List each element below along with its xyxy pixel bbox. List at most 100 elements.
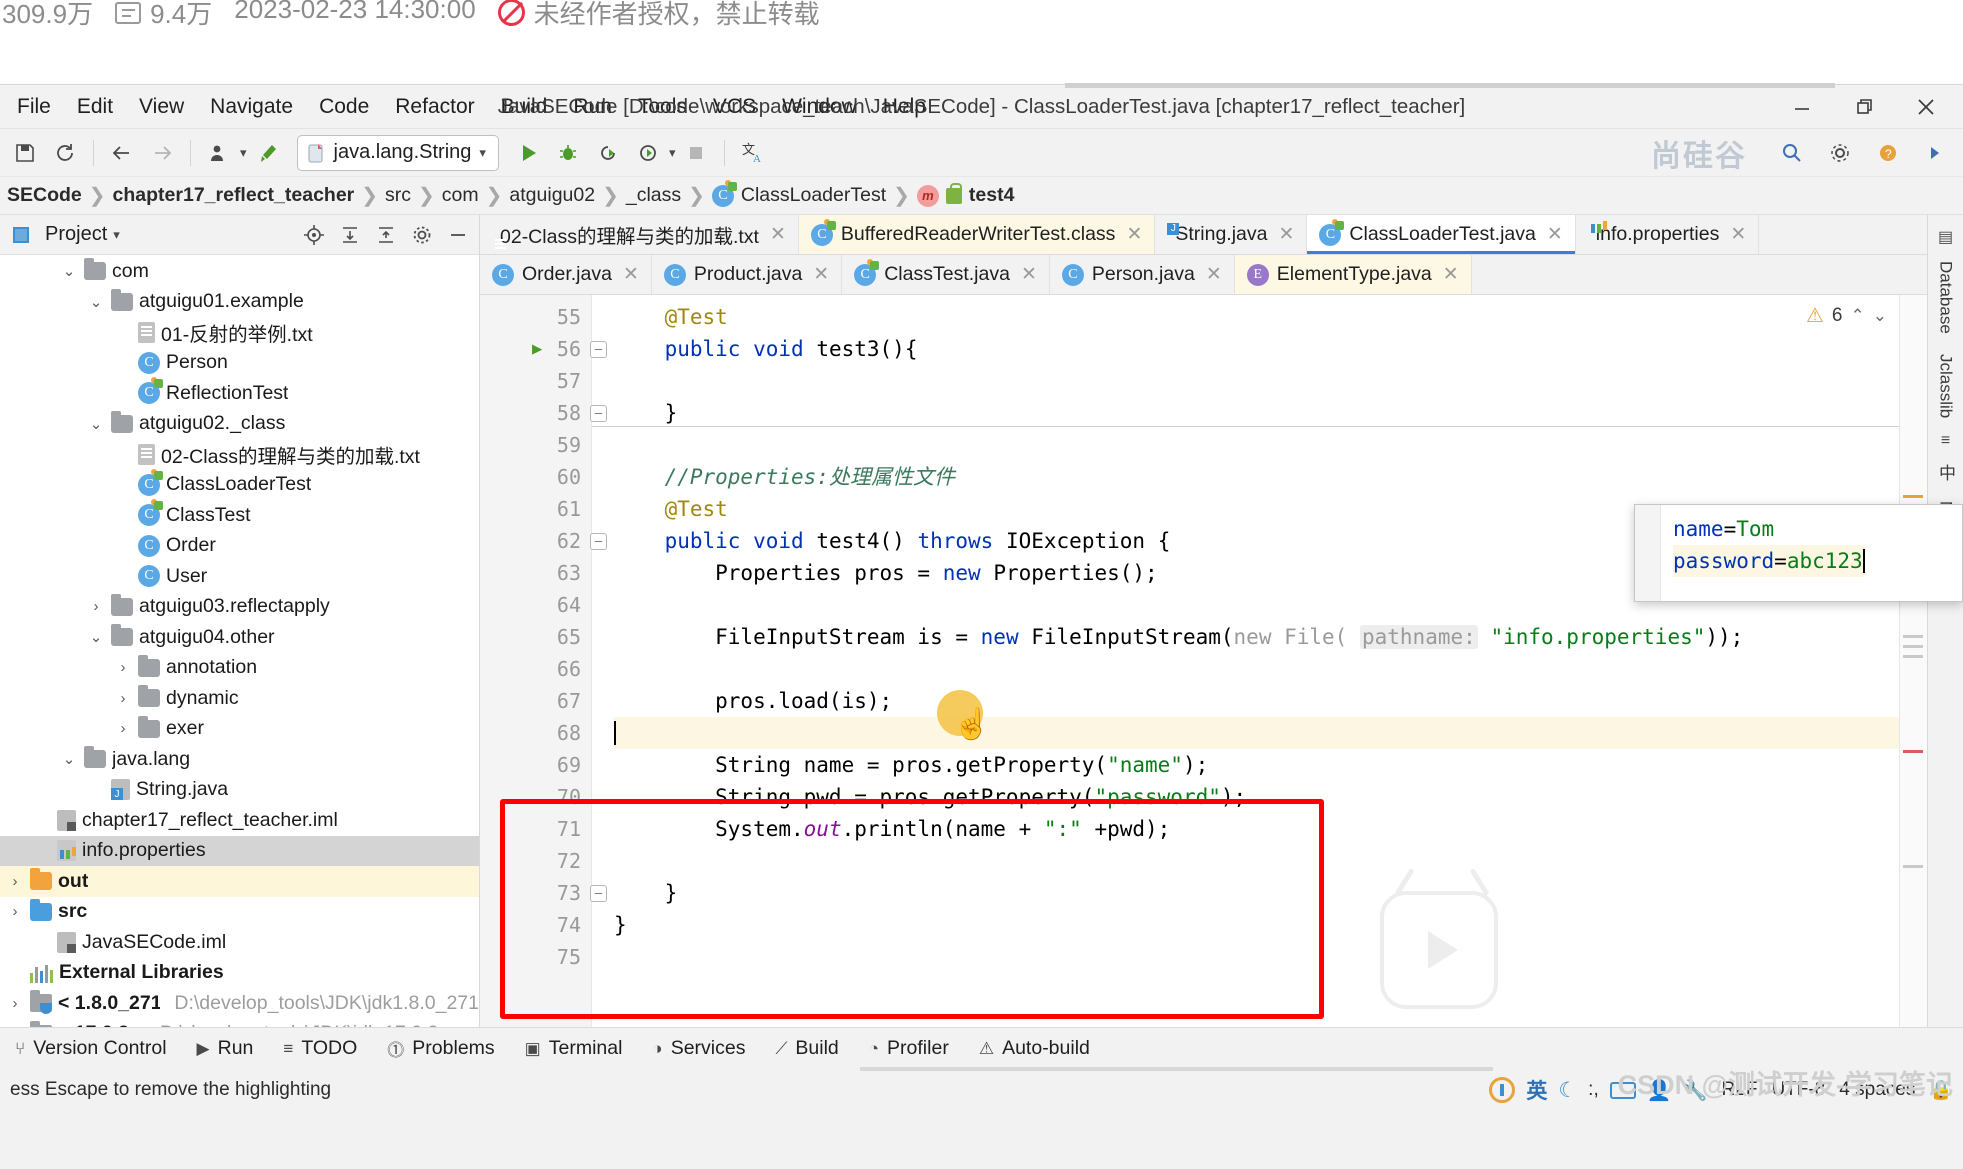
line-number-62[interactable]: 62– bbox=[480, 525, 607, 557]
tool-window-bar[interactable]: ⑂ Version Control ▶ Run ≡ TODO ⓵ Problems ▣ Termi… bbox=[0, 1027, 1963, 1069]
menu-file[interactable]: File bbox=[4, 91, 64, 123]
code-line-65[interactable]: FileInputStream is = new FileInputStream… bbox=[614, 621, 1927, 653]
menu-view[interactable]: View bbox=[126, 91, 197, 123]
tool-window-services[interactable]: ◑ Services bbox=[637, 1037, 760, 1060]
close-icon[interactable]: ✕ bbox=[1443, 263, 1459, 286]
line-number-74[interactable]: 74 bbox=[480, 909, 591, 941]
line-number-57[interactable]: 57 bbox=[480, 365, 591, 397]
breadcrumb-item-com[interactable]: com bbox=[435, 184, 486, 207]
next-problem-icon[interactable]: ⌄ bbox=[1873, 306, 1887, 326]
help-icon[interactable]: ? bbox=[1869, 134, 1907, 172]
chevron-down-icon[interactable]: ⌄ bbox=[87, 293, 105, 311]
code-line-68[interactable] bbox=[614, 717, 1927, 749]
tree-item-com[interactable]: ⌄ com bbox=[0, 256, 479, 287]
tree-item-javasecode-iml[interactable]: JavaSECode.iml bbox=[0, 927, 479, 958]
tree-item-atguigu02-class[interactable]: ⌄ atguigu02._class bbox=[0, 409, 479, 440]
profile-icon[interactable] bbox=[629, 134, 667, 172]
close-icon[interactable]: ✕ bbox=[813, 263, 829, 286]
code-line-73[interactable]: } bbox=[614, 877, 1927, 909]
back-arrow-icon[interactable] bbox=[103, 134, 141, 172]
chevron-down-icon[interactable]: ⌄ bbox=[87, 628, 105, 646]
editor-tab-classtest-java[interactable]: C ClassTest.java ✕ bbox=[842, 255, 1050, 294]
code-line-66[interactable] bbox=[614, 653, 1927, 685]
menu-navigate[interactable]: Navigate bbox=[197, 91, 306, 123]
chevron-right-icon[interactable]: › bbox=[114, 690, 132, 707]
line-number-70[interactable]: 70 bbox=[480, 781, 591, 813]
keyboard-icon[interactable] bbox=[1609, 1081, 1636, 1099]
tree-item-src[interactable]: › src bbox=[0, 897, 479, 928]
breadcrumb-item-atguigu02[interactable]: atguigu02 bbox=[502, 184, 602, 207]
line-number-59[interactable]: 59 bbox=[480, 429, 591, 461]
tool-window-build[interactable]: ⟋ Build bbox=[760, 1037, 853, 1060]
close-icon[interactable]: ✕ bbox=[770, 223, 786, 246]
project-panel-chevron-down-icon[interactable]: ▾ bbox=[113, 227, 120, 243]
marker-tick[interactable] bbox=[1903, 495, 1923, 498]
tree-item-annotation[interactable]: › annotation bbox=[0, 653, 479, 684]
tree-item-classloadertest[interactable]: C ClassLoaderTest bbox=[0, 468, 479, 501]
editor-tab-info-properties[interactable]: info.properties ✕ bbox=[1575, 215, 1760, 254]
line-number-72[interactable]: 72 bbox=[480, 845, 591, 877]
target-locate-icon[interactable] bbox=[299, 220, 329, 250]
tool-window-version-control[interactable]: ⑂ Version Control bbox=[0, 1037, 182, 1060]
breadcrumb-item-src[interactable]: src bbox=[378, 184, 418, 207]
tree-item-java-lang[interactable]: ⌄ java.lang bbox=[0, 744, 479, 775]
vcs-user-icon[interactable] bbox=[200, 134, 238, 172]
inspection-status[interactable]: ⚠ 6 ⌃ ⌄ bbox=[1806, 303, 1887, 328]
menu-window[interactable]: Window bbox=[769, 91, 870, 123]
close-icon[interactable]: ✕ bbox=[1279, 223, 1295, 246]
tool-window-profiler[interactable]: ◔ Profiler bbox=[854, 1037, 964, 1060]
gear-icon[interactable] bbox=[407, 220, 437, 250]
lock-icon[interactable]: 🔒 bbox=[1929, 1078, 1953, 1102]
run-configuration-selector[interactable]: java.lang.String ▾ bbox=[296, 134, 499, 171]
chevron-right-icon[interactable]: › bbox=[114, 720, 132, 737]
chevron-right-icon[interactable]: › bbox=[87, 598, 105, 615]
close-icon[interactable]: ✕ bbox=[1021, 263, 1037, 286]
editor-tab-string-java[interactable]: String.java ✕ bbox=[1155, 215, 1308, 254]
run-with-coverage-icon[interactable] bbox=[589, 134, 627, 172]
translate-icon[interactable]: 文A bbox=[734, 134, 772, 172]
editor-tab-02-class-txt[interactable]: 02-Class的理解与类的加载.txt ✕ bbox=[480, 215, 799, 254]
tool-window-problems[interactable]: ⓵ Problems bbox=[372, 1036, 509, 1061]
save-all-icon[interactable] bbox=[6, 134, 44, 172]
vcs-user-chevron-down-icon[interactable]: ▾ bbox=[240, 145, 247, 161]
settings-icon[interactable] bbox=[1821, 134, 1859, 172]
editor-tab-bufferedreaderwritertest-class[interactable]: C BufferedReaderWriterTest.class ✕ bbox=[798, 215, 1156, 254]
debug-icon[interactable] bbox=[549, 134, 587, 172]
popup-line-password[interactable]: password=abc123 bbox=[1673, 545, 1865, 577]
line-number-68[interactable]: 68 bbox=[480, 717, 591, 749]
ime-tray[interactable]: 英 ☾ :, 👤 🔧 bbox=[1489, 1075, 1708, 1105]
line-number-gutter[interactable]: 55 ▶ 56–57 58–59 60 61 62–63 64 65 66 67 68 69 70 71 72… bbox=[480, 295, 607, 1027]
menu-tools[interactable]: Tools bbox=[625, 91, 700, 123]
moon-icon[interactable]: ☾ bbox=[1558, 1078, 1577, 1103]
tree-item-01-txt[interactable]: 01-反射的举例.txt bbox=[0, 317, 479, 348]
code-line-56[interactable]: public void test3(){ bbox=[614, 333, 1927, 365]
build-hammer-icon[interactable] bbox=[249, 134, 287, 172]
editor-tab-elementtype-java[interactable]: E ElementType.java ✕ bbox=[1234, 255, 1472, 294]
marker-tick[interactable] bbox=[1903, 645, 1923, 648]
line-number-71[interactable]: 71 bbox=[480, 813, 591, 845]
line-number-67[interactable]: 67 bbox=[480, 685, 591, 717]
code-line-71[interactable]: System.out.println(name + ":" +pwd); bbox=[614, 813, 1927, 845]
forward-arrow-icon[interactable] bbox=[143, 134, 181, 172]
expand-all-icon[interactable] bbox=[335, 220, 365, 250]
editor-marker-bar[interactable] bbox=[1899, 295, 1927, 1027]
popup-content[interactable]: name=Tom password=abc123 bbox=[1661, 505, 1879, 601]
tree-item-exer[interactable]: › exer bbox=[0, 714, 479, 745]
code-content[interactable]: @Test public void test3(){ } //Propertie… bbox=[592, 295, 1927, 1027]
tree-item-info-properties[interactable]: info.properties bbox=[0, 835, 479, 866]
editor-tab-person-java[interactable]: C Person.java ✕ bbox=[1049, 255, 1235, 294]
tree-item-dynamic[interactable]: › dynamic bbox=[0, 683, 479, 714]
run-icon[interactable] bbox=[509, 134, 547, 172]
code-line-58[interactable]: } bbox=[614, 397, 1927, 429]
code-line-70[interactable]: String pwd = pros.getProperty("password"… bbox=[614, 781, 1927, 813]
code-line-60[interactable]: //Properties:处理属性文件 bbox=[614, 461, 1927, 493]
chevron-right-icon[interactable]: › bbox=[6, 995, 24, 1012]
line-number-58[interactable]: 58– bbox=[480, 397, 607, 429]
close-icon[interactable]: ✕ bbox=[1126, 223, 1142, 246]
close-icon[interactable]: ✕ bbox=[623, 263, 639, 286]
sidebar-item-database[interactable]: Database bbox=[1936, 255, 1956, 340]
tree-item-external-libraries[interactable]: External Libraries bbox=[0, 958, 479, 989]
tree-item-classtest[interactable]: C ClassTest bbox=[0, 499, 479, 531]
menu-build[interactable]: Build bbox=[488, 91, 561, 123]
person-icon[interactable]: 👤 bbox=[1647, 1078, 1672, 1103]
